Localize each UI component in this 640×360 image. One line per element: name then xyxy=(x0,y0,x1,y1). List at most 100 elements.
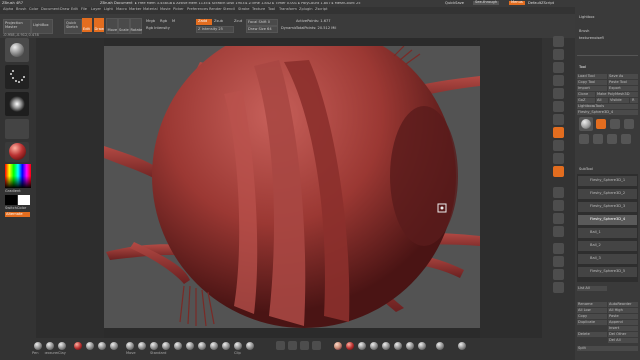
all-low-button[interactable]: All Low xyxy=(577,308,607,313)
draw-mode-button[interactable]: Draw xyxy=(94,18,104,32)
zcut-button[interactable]: Zcut xyxy=(234,19,242,24)
clone-button[interactable]: Clone xyxy=(577,92,595,97)
focal-shift-slider[interactable]: Focal Shift 0 xyxy=(246,19,278,26)
menu-material[interactable]: Material xyxy=(143,7,158,12)
hpolish-brush-icon[interactable] xyxy=(98,342,106,350)
bpr-icon[interactable] xyxy=(553,36,564,47)
basic-material-icon[interactable] xyxy=(358,342,366,350)
visible-button[interactable]: Visible xyxy=(609,98,629,103)
alternate-button[interactable]: Alternate xyxy=(5,212,30,217)
edit-mode-button[interactable]: Edit xyxy=(82,18,92,32)
subtool-row[interactable]: Fleshy_Sphere3D_5 xyxy=(578,267,637,277)
texture-off-icon[interactable] xyxy=(5,119,29,139)
claybuildup-brush-icon[interactable] xyxy=(74,342,82,350)
sphere3d-tool-icon[interactable] xyxy=(593,134,603,144)
material-icon[interactable] xyxy=(5,142,29,162)
brush-section-header[interactable]: Brush xyxy=(579,29,589,34)
standard-brush-icon[interactable] xyxy=(5,38,29,62)
local-icon[interactable] xyxy=(553,140,564,151)
switch-color-button[interactable]: SwitchColor xyxy=(5,206,26,211)
default-zscript[interactable]: DefaultZScript xyxy=(528,1,554,6)
zoom-icon[interactable] xyxy=(553,75,564,86)
menu-stroke[interactable]: Stroke xyxy=(238,7,249,12)
xyz-rotate-icon[interactable] xyxy=(553,166,564,177)
menu-zscript[interactable]: Zscript xyxy=(315,7,327,12)
subtool-row[interactable]: Ball_3 xyxy=(578,254,637,264)
dynamic-toggle[interactable]: Dynamic xyxy=(281,26,297,31)
floor-icon[interactable] xyxy=(553,127,564,138)
main-color-swatch[interactable] xyxy=(5,195,17,205)
subtool-row[interactable]: Fleshy_Sphere3D_1 xyxy=(578,176,637,186)
menu-edit[interactable]: Edit xyxy=(71,7,78,12)
trim-brush-icon[interactable] xyxy=(246,342,254,350)
copy-tool-button[interactable]: Copy Tool xyxy=(577,80,607,85)
solo-icon[interactable] xyxy=(553,282,564,293)
zadd-button[interactable]: Zadd xyxy=(196,19,212,25)
r-button[interactable]: R xyxy=(630,98,638,103)
delete-button[interactable]: Delete xyxy=(577,332,607,337)
menu-macro[interactable]: Macro xyxy=(116,7,127,12)
blinnwax-material-icon[interactable] xyxy=(382,342,390,350)
menu-movie[interactable]: Movie xyxy=(160,7,171,12)
texturenoise-brush-icon[interactable] xyxy=(46,342,54,350)
rgb-toggle[interactable]: Rgb xyxy=(160,19,167,24)
paste-tool-button[interactable]: Paste Tool xyxy=(608,80,638,85)
matcap-red-material-icon[interactable] xyxy=(346,342,354,350)
rename-button[interactable]: Rename xyxy=(577,302,607,307)
zmodeler-brush-icon[interactable] xyxy=(162,342,170,350)
quick-sketch-button[interactable]: Quick Sketch xyxy=(64,19,82,34)
menu-preferences[interactable]: Preferences xyxy=(187,7,208,12)
subtool-row-selected[interactable]: Fleshy_Sphere3D_4 xyxy=(578,215,637,225)
list-all-button[interactable]: List All xyxy=(577,286,607,291)
mrgb-toggle[interactable]: Mrgb xyxy=(146,19,155,24)
current-tool-field[interactable]: Fleshy_Sphere3D_4 xyxy=(577,110,638,115)
move-view-icon[interactable] xyxy=(553,200,564,211)
autoreorder-button[interactable]: AutoReorder xyxy=(608,302,638,307)
import-button[interactable]: Import xyxy=(577,86,607,91)
menu-brush[interactable]: Brush xyxy=(16,7,26,12)
save-as-button[interactable]: Save As xyxy=(608,74,638,79)
scale-mode-button[interactable]: Scale xyxy=(118,18,130,34)
split-button[interactable]: Split xyxy=(577,346,638,351)
extra-material-icon[interactable] xyxy=(458,342,466,350)
subtool-row[interactable]: Fleshy_Sphere3D_3 xyxy=(578,202,637,212)
clip-brush-icon[interactable] xyxy=(234,342,242,350)
m-toggle[interactable]: M xyxy=(172,19,175,24)
rotate-view-icon[interactable] xyxy=(553,226,564,237)
move-topo-brush-icon[interactable] xyxy=(210,342,218,350)
paste-button[interactable]: Paste xyxy=(608,314,638,319)
reflected-map-material-icon[interactable] xyxy=(406,342,414,350)
aahalf-icon[interactable] xyxy=(553,101,564,112)
toy-plastic-material-icon[interactable] xyxy=(370,342,378,350)
export-button[interactable]: Export xyxy=(608,86,638,91)
menu-render[interactable]: Render xyxy=(209,7,222,12)
pen-brush-icon[interactable] xyxy=(34,342,42,350)
slash-brush-icon[interactable] xyxy=(198,342,206,350)
rgb-intensity-slider[interactable]: Rgb Intensity xyxy=(146,26,170,31)
secondary-color-swatch[interactable] xyxy=(18,195,30,205)
append-button[interactable]: Append xyxy=(608,320,638,325)
cylinder-tool-icon[interactable] xyxy=(610,119,620,129)
eraser-tool-icon[interactable] xyxy=(579,134,589,144)
flatten-brush-icon[interactable] xyxy=(174,342,182,350)
subtool-row[interactable]: Ball_2 xyxy=(578,241,637,251)
projection-master-button[interactable]: Projection Master xyxy=(3,19,31,34)
line-fill-icon[interactable] xyxy=(553,243,564,254)
dots-material-icon[interactable] xyxy=(418,342,426,350)
skinshade-material-icon[interactable] xyxy=(334,342,342,350)
tool-section-header[interactable]: Tool xyxy=(579,65,586,70)
menu-alpha[interactable]: Alpha xyxy=(3,7,13,12)
menu-draw[interactable]: Draw xyxy=(60,7,69,12)
all-high-button[interactable]: All High xyxy=(608,308,638,313)
lsym-icon[interactable] xyxy=(553,153,564,164)
actual-icon[interactable] xyxy=(553,88,564,99)
damstandard-brush-icon[interactable] xyxy=(86,342,94,350)
menu-document[interactable]: Document xyxy=(41,7,60,12)
lightbox-button[interactable]: LightBox xyxy=(31,19,53,34)
symmetry-tool-icon[interactable] xyxy=(300,341,309,350)
select-tool-icon[interactable] xyxy=(288,341,297,350)
scale-view-icon[interactable] xyxy=(553,213,564,224)
document-canvas[interactable] xyxy=(104,46,480,328)
menu-picker[interactable]: Picker xyxy=(173,7,184,12)
persp-icon[interactable] xyxy=(553,114,564,125)
